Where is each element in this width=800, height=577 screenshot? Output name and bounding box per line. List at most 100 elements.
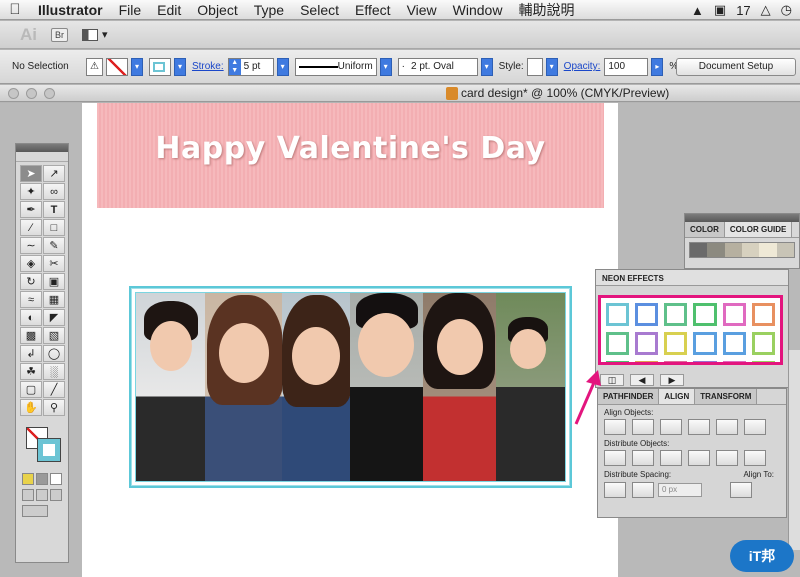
lasso-tool-icon[interactable]: ∞ — [43, 183, 65, 200]
color-guide-strip[interactable] — [689, 242, 795, 258]
shape-builder-tool-icon[interactable]: ◐ — [20, 309, 42, 326]
zoom-button[interactable] — [44, 88, 55, 99]
menu-select[interactable]: Select — [292, 2, 347, 18]
style-dropdown[interactable]: ▾ — [545, 57, 558, 76]
fill-color-swatch[interactable] — [105, 57, 128, 76]
color-panel-header[interactable] — [685, 214, 799, 222]
color-guide-chip[interactable] — [707, 243, 725, 257]
stroke-weight-field[interactable]: ▲ ▼ 5 pt — [227, 57, 274, 76]
tab-color[interactable]: COLOR — [685, 222, 725, 237]
neon-swatch[interactable] — [722, 303, 746, 326]
stepper-icon[interactable]: ▲ ▼ — [228, 58, 241, 75]
creative-suite-icon[interactable]: ▲ — [691, 3, 704, 18]
document-setup-button[interactable]: Document Setup — [676, 58, 796, 76]
menu-edit[interactable]: Edit — [149, 2, 189, 18]
neon-swatch[interactable] — [722, 361, 746, 362]
brush-dropdown[interactable]: ▾ — [480, 57, 493, 76]
type-tool-icon[interactable]: T — [43, 201, 65, 218]
color-guide-chip[interactable] — [690, 243, 708, 257]
slice-tool-icon[interactable]: ╱ — [43, 381, 65, 398]
rectangle-tool-icon[interactable]: □ — [43, 219, 65, 236]
zoom-tool-icon[interactable]: ⚲ — [43, 399, 65, 416]
menu-file[interactable]: File — [111, 2, 150, 18]
color-guide-chip[interactable] — [724, 243, 742, 257]
paintbrush-tool-icon[interactable]: ∼ — [20, 237, 42, 254]
time-machine-icon[interactable]: ◷ — [781, 2, 792, 18]
photo-frame[interactable] — [129, 286, 572, 488]
none-mode-icon[interactable] — [50, 473, 62, 485]
warp-tool-icon[interactable]: ≈ — [20, 291, 42, 308]
adobe-badge-icon[interactable]: ▣ — [714, 2, 726, 18]
neon-swatch[interactable] — [664, 332, 688, 355]
neon-swatch[interactable] — [635, 361, 659, 362]
minimize-button[interactable] — [26, 88, 37, 99]
valentine-banner[interactable]: Happy Valentine's Day — [97, 103, 604, 208]
artboard-tool-icon[interactable]: ▢ — [20, 381, 42, 398]
scissors-tool-icon[interactable]: ✂ — [43, 255, 65, 272]
align-bottom-button[interactable] — [744, 419, 766, 435]
align-right-button[interactable] — [660, 419, 682, 435]
bridge-button[interactable]: Br — [51, 27, 68, 42]
tab-pathfinder[interactable]: PATHFINDER — [598, 389, 660, 404]
previous-library-icon[interactable]: ◀ — [630, 374, 654, 386]
align-left-button[interactable] — [604, 419, 626, 435]
neon-swatch[interactable] — [693, 332, 717, 355]
tools-grip[interactable] — [16, 152, 68, 162]
distribute-horizontal-space-button[interactable] — [632, 482, 654, 498]
color-guide-chip[interactable] — [741, 243, 760, 257]
selection-tool-icon[interactable]: ➤ — [20, 165, 42, 182]
stroke-swatch[interactable] — [37, 438, 61, 462]
eyedropper-tool-icon[interactable]: ↲ — [20, 345, 42, 362]
neon-effects-title[interactable]: NEON EFFECTS — [596, 270, 788, 286]
pencil-tool-icon[interactable]: ✎ — [43, 237, 65, 254]
hand-tool-icon[interactable]: ✋ — [20, 399, 42, 416]
menu-effect[interactable]: Effect — [347, 2, 399, 18]
stroke-dropdown[interactable]: ▾ — [173, 57, 186, 76]
distribute-vertical-space-button[interactable] — [604, 482, 626, 498]
mesh-tool-icon[interactable]: ▩ — [20, 327, 42, 344]
color-guide-chip[interactable] — [759, 243, 777, 257]
align-top-button[interactable] — [688, 419, 710, 435]
menu-help[interactable]: 輔助說明 — [510, 0, 582, 20]
opacity-dropdown[interactable]: ▸ — [651, 57, 664, 76]
rotate-tool-icon[interactable]: ↻ — [20, 273, 42, 290]
blend-tool-icon[interactable]: ◯ — [43, 345, 65, 362]
next-library-icon[interactable]: ▶ — [660, 374, 684, 386]
neon-swatch[interactable] — [606, 361, 630, 362]
menu-type[interactable]: Type — [246, 2, 292, 18]
status-count[interactable]: 17 — [736, 3, 750, 18]
neon-swatch[interactable] — [635, 303, 659, 326]
drive-icon[interactable]: △ — [761, 2, 771, 18]
screen-mode-icon[interactable] — [22, 505, 48, 517]
neon-swatch[interactable] — [606, 303, 630, 326]
magic-wand-tool-icon[interactable]: ✦ — [20, 183, 42, 200]
symbol-sprayer-tool-icon[interactable]: ☘ — [20, 363, 42, 380]
distribute-left-button[interactable] — [688, 450, 710, 466]
tab-align[interactable]: ALIGN — [659, 389, 696, 404]
draw-normal-icon[interactable] — [22, 489, 34, 501]
menu-view[interactable]: View — [399, 2, 445, 18]
stroke-label[interactable]: Stroke: — [192, 61, 224, 72]
gradient-tool-icon[interactable]: ▧ — [43, 327, 65, 344]
align-vertical-center-button[interactable] — [716, 419, 738, 435]
app-menu[interactable]: Illustrator — [30, 2, 111, 18]
tools-panel-header[interactable] — [16, 144, 68, 152]
neon-swatch[interactable] — [664, 361, 688, 362]
stroke-profile-select[interactable]: Uniform — [294, 57, 377, 76]
distribute-top-button[interactable] — [604, 450, 626, 466]
spacing-value-field[interactable]: 0 px — [658, 483, 702, 497]
swatch-library-icon[interactable]: ◫ — [600, 374, 624, 386]
neon-swatch[interactable] — [635, 332, 659, 355]
column-graph-tool-icon[interactable]: ░ — [43, 363, 65, 380]
apple-icon[interactable]:  — [0, 1, 30, 18]
opacity-label[interactable]: Opacity: — [564, 61, 601, 72]
direct-selection-tool-icon[interactable]: ↗ — [43, 165, 65, 182]
blob-brush-tool-icon[interactable]: ◈ — [20, 255, 42, 272]
align-to-selection-button[interactable] — [730, 482, 752, 498]
close-button[interactable] — [8, 88, 19, 99]
distribute-horizontal-center-button[interactable] — [716, 450, 738, 466]
menu-window[interactable]: Window — [445, 2, 511, 18]
distribute-bottom-button[interactable] — [660, 450, 682, 466]
draw-inside-icon[interactable] — [50, 489, 62, 501]
style-swatch[interactable] — [526, 57, 543, 76]
